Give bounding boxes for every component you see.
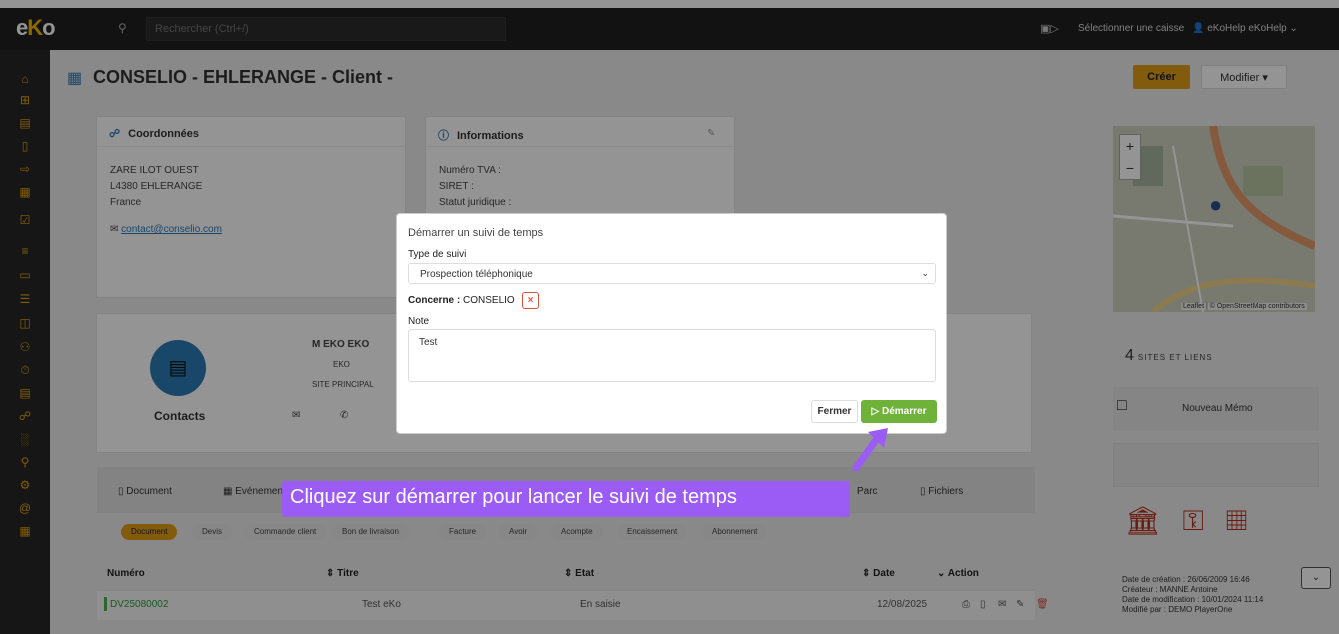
type-select[interactable]: Prospection téléphonique ⌄ <box>408 263 936 284</box>
note-textarea[interactable]: Test <box>408 329 936 382</box>
modal-title: Démarrer un suivi de temps <box>408 227 544 239</box>
note-label: Note <box>408 316 430 327</box>
start-button-label: Démarrer <box>881 406 927 417</box>
tutorial-arrow <box>852 428 888 472</box>
app-frame: eKo ⚲ ▣▷ Sélectionner une caisse 👤 eKoHe… <box>0 0 1339 634</box>
chevron-down-icon: ⌄ <box>921 268 929 278</box>
type-select-value: Prospection téléphonique <box>420 269 533 280</box>
start-timer-modal: Démarrer un suivi de temps Type de suivi… <box>396 213 947 434</box>
type-label: Type de suivi <box>408 249 467 260</box>
concerne-label: Concerne : <box>408 295 461 306</box>
close-button[interactable]: Fermer <box>811 400 858 423</box>
concerne-row: Concerne : CONSELIO <box>408 295 515 306</box>
concerne-value: CONSELIO <box>463 295 515 306</box>
tutorial-tooltip: Cliquez sur démarrer pour lancer le suiv… <box>282 481 850 517</box>
start-button[interactable]: ▷ Démarrer <box>861 400 937 423</box>
remove-concerne-button[interactable]: × <box>522 292 539 309</box>
